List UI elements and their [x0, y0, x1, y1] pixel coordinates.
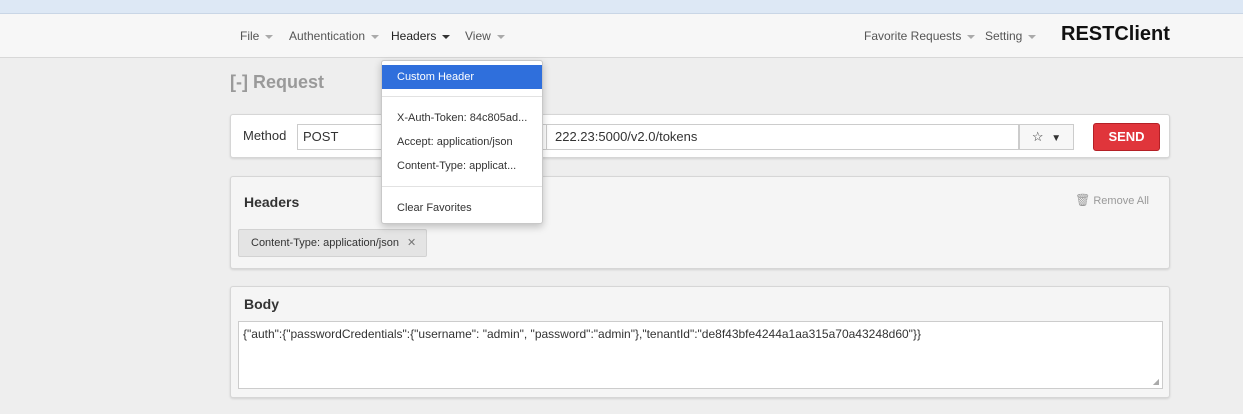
send-button[interactable]: SEND	[1093, 123, 1160, 151]
brand-title: RESTClient	[1061, 23, 1170, 45]
headers-panel-title: Headers	[244, 194, 300, 210]
menu-favorite-requests-label: Favorite Requests	[864, 29, 962, 43]
menu-file[interactable]: File	[240, 14, 274, 58]
menu-authentication[interactable]: Authentication	[289, 14, 380, 58]
menu-view[interactable]: View	[465, 14, 505, 58]
request-section-title[interactable]: [-] Request	[230, 72, 324, 93]
menu-headers[interactable]: Headers	[391, 14, 451, 58]
body-panel: Body {"auth":{"passwordCredentials":{"us…	[230, 286, 1170, 398]
dropdown-item-favorite-header[interactable]: X-Auth-Token: 84c805ad...	[382, 106, 542, 130]
header-tag-label: Content-Type: application/json	[251, 237, 399, 249]
browser-top-strip	[0, 0, 1243, 14]
favorite-url-button[interactable]: ☆ ▼	[1019, 124, 1074, 150]
headers-panel: Headers 🗑 Remove All Content-Type: appli…	[230, 176, 1170, 269]
trash-icon: 🗑	[1075, 193, 1091, 207]
dropdown-item-custom-header[interactable]: Custom Header	[382, 65, 542, 89]
dropdown-item-favorite-header[interactable]: Content-Type: applicat...	[382, 154, 542, 178]
star-icon: ☆	[1031, 129, 1044, 144]
menu-setting[interactable]: Setting	[985, 14, 1037, 58]
dropdown-divider	[382, 96, 542, 97]
navbar: File Authentication Headers View Favorit…	[0, 14, 1243, 58]
resize-grip-icon[interactable]: ◢	[1153, 377, 1159, 386]
caret-down-icon	[442, 34, 451, 39]
dropdown-item-favorite-header[interactable]: Accept: application/json	[382, 130, 542, 154]
menu-setting-label: Setting	[985, 29, 1023, 43]
caret-down-icon	[967, 34, 976, 39]
menu-headers-label: Headers	[391, 29, 437, 43]
header-tag[interactable]: Content-Type: application/json ✕	[238, 229, 428, 257]
dropdown-item-clear-favorites[interactable]: Clear Favorites	[382, 196, 542, 220]
request-panel: Method POST 222.23:5000/v2.0/tokens ☆ ▼ …	[230, 114, 1170, 158]
method-label: Method	[243, 128, 287, 143]
body-textarea[interactable]: {"auth":{"passwordCredentials":{"usernam…	[238, 321, 1163, 389]
body-content: {"auth":{"passwordCredentials":{"usernam…	[243, 327, 921, 341]
caret-down-icon	[496, 34, 505, 39]
caret-down-icon	[371, 34, 380, 39]
remove-all-button[interactable]: 🗑 Remove All	[1075, 193, 1149, 207]
menu-favorite-requests[interactable]: Favorite Requests	[864, 14, 976, 58]
close-icon[interactable]: ✕	[407, 237, 416, 249]
body-panel-title: Body	[244, 296, 279, 312]
menu-authentication-label: Authentication	[289, 29, 366, 43]
menu-view-label: View	[465, 29, 491, 43]
caret-down-icon	[1028, 34, 1037, 39]
menu-file-label: File	[240, 29, 260, 43]
dropdown-divider	[382, 186, 542, 187]
caret-down-icon	[265, 34, 274, 39]
url-input[interactable]: 222.23:5000/v2.0/tokens	[547, 124, 1019, 150]
headers-dropdown-menu: Custom Header X-Auth-Token: 84c805ad... …	[381, 60, 543, 224]
chevron-down-icon: ▼	[1051, 133, 1062, 144]
remove-all-label: Remove All	[1093, 195, 1149, 207]
